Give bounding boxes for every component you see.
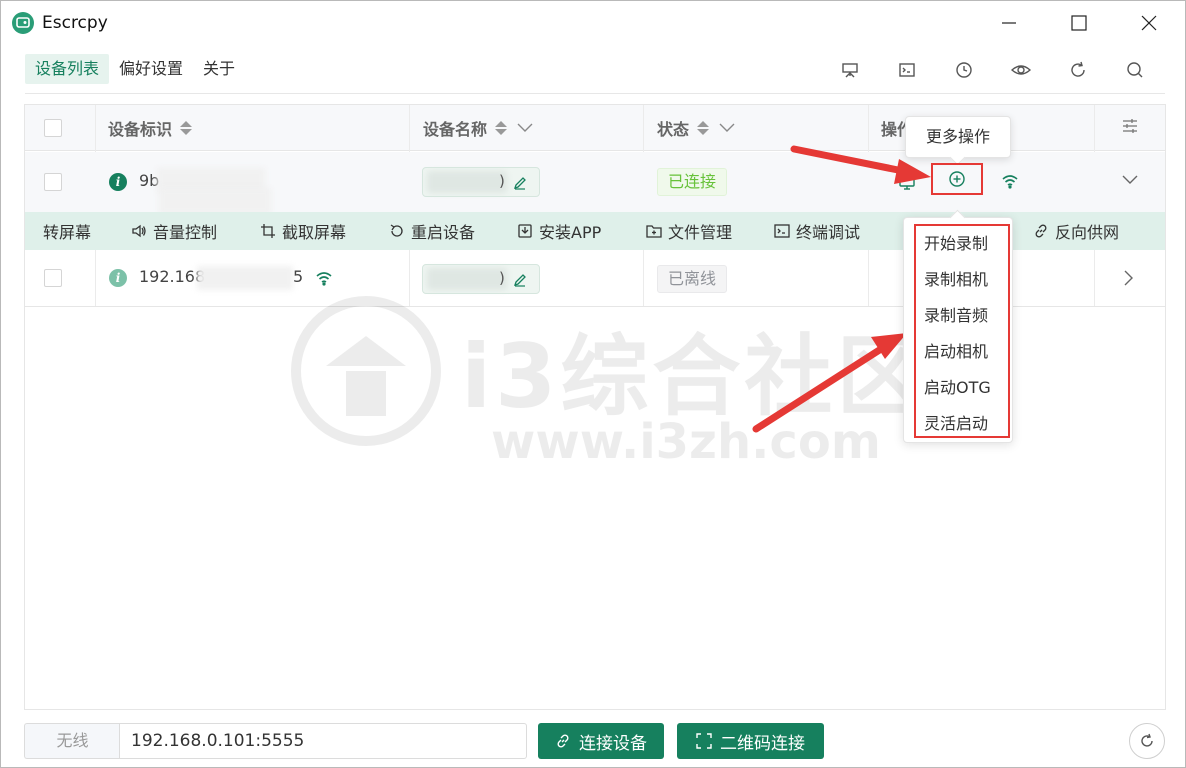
plus-circle-icon — [949, 171, 965, 187]
device-address-input[interactable]: 192.168.0.101:5555 — [119, 723, 527, 759]
scan-icon — [696, 733, 712, 749]
menu-item-start-recording[interactable]: 开始录制 — [924, 230, 988, 254]
menu-item-flexible-start[interactable]: 灵活启动 — [924, 410, 988, 434]
qrcode-connect-button[interactable]: 二维码连接 — [677, 723, 824, 759]
more-actions-button[interactable] — [931, 163, 983, 195]
menu-item-record-camera[interactable]: 录制相机 — [924, 266, 988, 290]
connection-mode-label: 无线 — [24, 723, 120, 759]
menu-item-record-audio[interactable]: 录制音频 — [924, 302, 988, 326]
connect-device-button[interactable]: 连接设备 — [538, 723, 664, 759]
highlight-box: 开始录制 录制相机 录制音频 启动相机 启动OTG 灵活启动 — [914, 224, 1010, 438]
link-icon — [557, 734, 569, 748]
more-actions-tooltip: 更多操作 — [905, 116, 1011, 158]
refresh-float-icon[interactable] — [1129, 723, 1165, 759]
menu-item-start-camera[interactable]: 启动相机 — [924, 338, 988, 362]
menu-item-start-otg[interactable]: 启动OTG — [924, 374, 991, 398]
more-actions-dropdown: 开始录制 录制相机 录制音频 启动相机 启动OTG 灵活启动 — [903, 217, 1013, 443]
